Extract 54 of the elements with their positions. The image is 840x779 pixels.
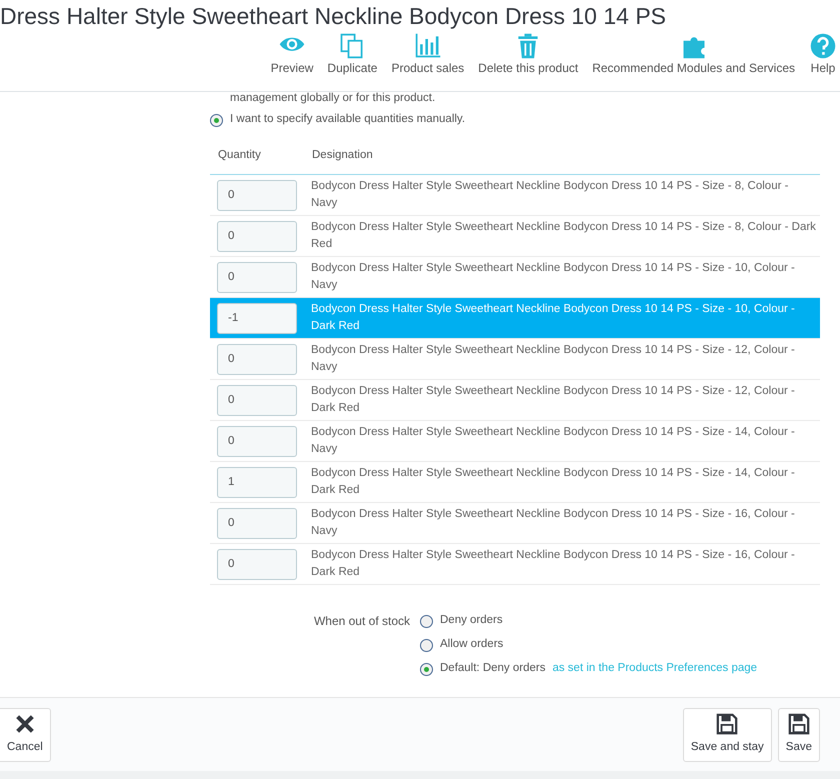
designation-text: Bodycon Dress Halter Style Sweetheart Neckline Bodycon Dress 10 14 PS - Size - 14, Colour - Navy [310, 425, 796, 457]
quantity-field[interactable]: 0 [217, 344, 297, 374]
table-row[interactable]: 0 Bodycon Dress Halter Style Sweetheart Neckline Bodycon Dress 10 14 PS - Size - 12, Colour - Dark Red [210, 380, 820, 421]
table-row[interactable]: 0 Bodycon Dress Halter Style Sweetheart Neckline Bodycon Dress 10 14 PS - Size - 14, Colour - Navy [210, 421, 820, 462]
radio-label: I want to specify available quantities manually. [230, 112, 466, 128]
radio-label: Allow orders [440, 637, 504, 652]
quantity-field[interactable]: 0 [217, 180, 297, 210]
footer-button[interactable]: Save and stay [682, 708, 772, 762]
toolbar-button[interactable]: Preview [268, 32, 316, 76]
designation-text: Bodycon Dress Halter Style Sweetheart Neckline Bodycon Dress 10 14 PS - Size - 10, Colour - Navy [310, 261, 796, 293]
radio-label: Default: Deny orders [440, 661, 546, 676]
footer-button[interactable]: Cancel [0, 708, 51, 762]
table-row[interactable]: 0 Bodycon Dress Halter Style Sweetheart Neckline Bodycon Dress 10 14 PS - Size - 16, Colour - Dark Red [210, 544, 820, 585]
page-title: Dress Halter Style Sweetheart Neckline Bodycon Dress 10 14 PS [0, 2, 666, 30]
column-header: Quantity [217, 148, 262, 163]
designation-text: Bodycon Dress Halter Style Sweetheart Neckline Bodycon Dress 10 14 PS - Size - 14, Colour - Dark Red [310, 466, 796, 498]
quantity-field[interactable]: 0 [217, 262, 297, 292]
table-row[interactable]: -1 Bodycon Dress Halter Style Sweetheart Neckline Bodycon Dress 10 14 PS - Size - 10, Colour - Dark Red [210, 298, 820, 339]
column-header: Designation [311, 148, 374, 163]
table-row[interactable]: 0 Bodycon Dress Halter Style Sweetheart Neckline Bodycon Dress 10 14 PS - Size - 8, Colour - Navy [210, 175, 820, 216]
bar-chart-icon [414, 32, 442, 60]
table-row[interactable]: 0 Bodycon Dress Halter Style Sweetheart Neckline Bodycon Dress 10 14 PS - Size - 16, Colour - Navy [210, 503, 820, 544]
designation-text: Bodycon Dress Halter Style Sweetheart Neckline Bodycon Dress 10 14 PS - Size - 16, Colour - Navy [310, 507, 796, 539]
toolbar-button[interactable]: Product sales [388, 32, 468, 76]
quantity-field[interactable]: 1 [217, 466, 297, 498]
quantity-field[interactable]: 0 [217, 426, 297, 456]
designation-text: Bodycon Dress Halter Style Sweetheart Neckline Bodycon Dress 10 14 PS - Size - 12, Colour - Navy [310, 343, 796, 375]
table-row[interactable]: 0 Bodycon Dress Halter Style Sweetheart Neckline Bodycon Dress 10 14 PS - Size - 8, Colour - Dark Red [210, 216, 820, 257]
radio-button[interactable] [210, 114, 223, 126]
table-row[interactable]: 1 Bodycon Dress Halter Style Sweetheart Neckline Bodycon Dress 10 14 PS - Size - 14, Colour - Dark Red [210, 462, 820, 503]
designation-text: Bodycon Dress Halter Style Sweetheart Neckline Bodycon Dress 10 14 PS - Size - 16, Colour - Dark Red [310, 548, 796, 580]
help-icon [809, 32, 837, 60]
quantity-field[interactable]: 0 [217, 384, 297, 416]
radio-button[interactable] [420, 638, 433, 652]
quantity-field[interactable]: 0 [217, 220, 297, 252]
close-icon [14, 712, 36, 735]
radio-button[interactable] [420, 662, 433, 676]
footer-button[interactable]: Save [778, 708, 820, 762]
toolbar-button[interactable]: Recommended Modules and Services [589, 32, 798, 76]
quantity-field[interactable]: 0 [217, 548, 297, 580]
designation-text: Bodycon Dress Halter Style Sweetheart Neckline Bodycon Dress 10 14 PS - Size - 10, Colour - Dark Red [310, 302, 796, 334]
note-text: management globally or for this product. [229, 91, 436, 105]
designation-text: Bodycon Dress Halter Style Sweetheart Neckline Bodycon Dress 10 14 PS - Size - 12, Colour - Dark Red [310, 384, 796, 416]
radio-label: Deny orders [440, 613, 503, 628]
field-label: When out of stock [312, 613, 410, 630]
designation-text: Bodycon Dress Halter Style Sweetheart Neckline Bodycon Dress 10 14 PS - Size - 8, Colour - Navy [310, 179, 790, 211]
quantity-field[interactable]: 0 [217, 508, 297, 538]
quantity-field[interactable]: -1 [217, 302, 297, 334]
designation-text: Bodycon Dress Halter Style Sweetheart Neckline Bodycon Dress 10 14 PS - Size - 8, Colour - Dark Red [310, 220, 817, 252]
toolbar-button[interactable]: Delete this product [475, 32, 582, 76]
toolbar-button[interactable]: Help [806, 32, 840, 76]
radio-button[interactable] [420, 614, 433, 628]
table-row[interactable]: 0 Bodycon Dress Halter Style Sweetheart Neckline Bodycon Dress 10 14 PS - Size - 12, Colour - Navy [210, 339, 820, 380]
toolbar-button[interactable]: Duplicate [324, 32, 380, 76]
